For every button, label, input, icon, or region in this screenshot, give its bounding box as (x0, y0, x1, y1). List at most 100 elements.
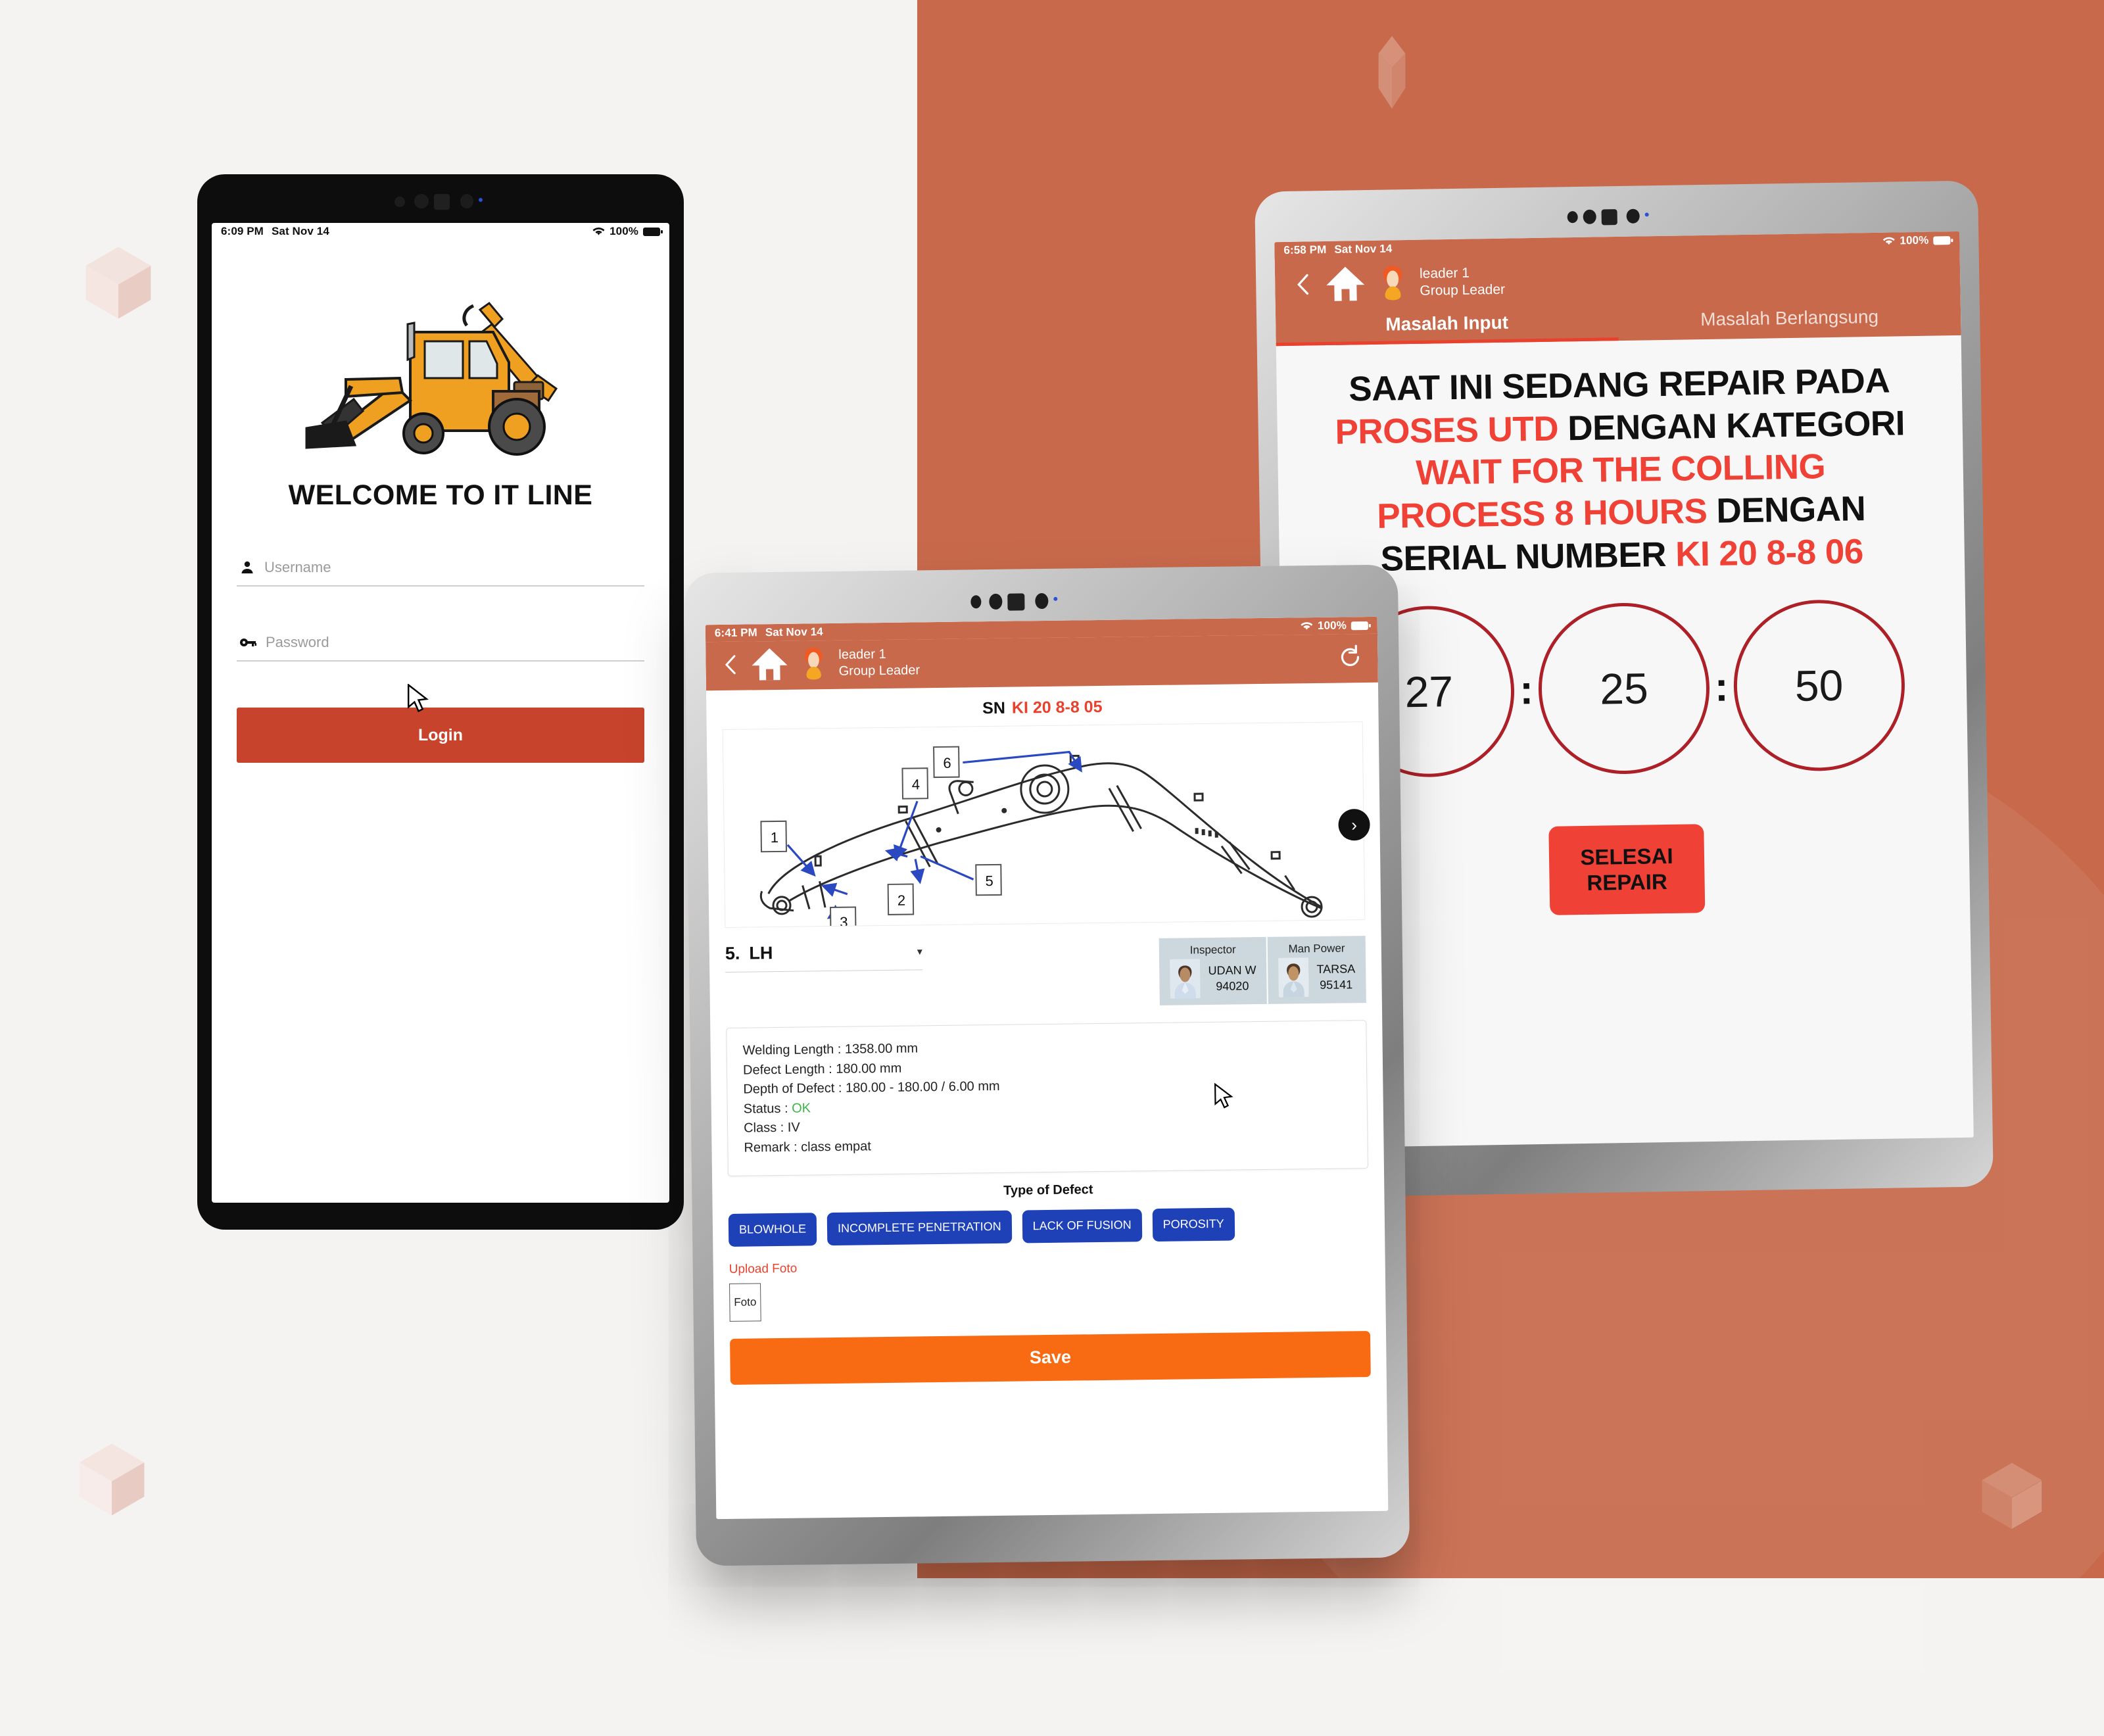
chevron-left-icon[interactable] (721, 654, 740, 675)
selesai-repair-button[interactable]: SELESAI REPAIR (1548, 824, 1706, 916)
status-time: 6:41 PM (714, 626, 757, 640)
svg-text:4: 4 (912, 776, 920, 792)
battery-icon (643, 227, 663, 236)
login-status-bar: 6:09 PM Sat Nov 14 100% (212, 223, 669, 240)
form-user-info: leader 1 Group Leader (838, 641, 1327, 680)
message-line-5-black: SERIAL NUMBER (1380, 535, 1667, 579)
user-name: leader 1 (1419, 265, 1470, 281)
tablet-form-device: 6:41 PM Sat Nov 14 100% leader 1 Group L… (684, 564, 1410, 1566)
cube-decoration-bottom-right (1972, 1457, 2051, 1535)
inspector-role-label: Inspector (1189, 943, 1236, 957)
svg-text:3: 3 (840, 914, 848, 927)
tab-masalah-berlangsung[interactable]: Masalah Berlangsung (1618, 301, 1961, 341)
login-button[interactable]: Login (237, 708, 644, 763)
camera-module (1007, 593, 1025, 611)
people-cards: Inspector UDAN W 94020 Man Power TARSA 9… (1159, 936, 1366, 1005)
man-power-role-label: Man Power (1288, 942, 1345, 955)
status-led (479, 198, 483, 202)
battery-icon (1351, 621, 1368, 630)
page-title: WELCOME TO IT LINE (288, 479, 593, 511)
timer-separator-1: : (1519, 667, 1534, 713)
defect-button-blowhole[interactable]: BLOWHOLE (728, 1212, 817, 1247)
repair-header: 6:58 PM Sat Nov 14 100% leader 1 Group L… (1274, 231, 1961, 347)
username-field[interactable]: Username (237, 552, 644, 587)
svg-text:6: 6 (943, 755, 951, 771)
man-power-info: TARSA 95141 (1316, 961, 1355, 993)
svg-text:5: 5 (985, 873, 993, 889)
user-role: Group Leader (1420, 281, 1506, 299)
cube-decoration-top-right (1371, 33, 1413, 112)
type-of-defect-title: Type of Defect (1003, 1182, 1093, 1198)
serial-number-value: KI 20 8-8 05 (1011, 697, 1103, 717)
avatar (1383, 266, 1402, 301)
camera-lens (414, 194, 429, 208)
selesai-repair-line-2: REPAIR (1587, 869, 1668, 895)
password-field[interactable]: Password (237, 627, 644, 662)
chevron-left-icon[interactable] (1293, 273, 1314, 295)
timer-minutes: 25 (1537, 602, 1711, 776)
message-line-2-red: PROSES UTD (1335, 409, 1559, 452)
diagram-next-button[interactable]: › (1338, 808, 1370, 841)
home-icon[interactable] (750, 646, 789, 683)
username-placeholder: Username (264, 559, 331, 575)
inspector-photo (1170, 959, 1201, 999)
chevron-down-icon[interactable]: ▾ (917, 945, 922, 958)
defect-form-screen: 6:41 PM Sat Nov 14 100% leader 1 Group L… (705, 616, 1389, 1520)
repair-status-message: SAAT INI SEDANG REPAIR PADA PROSES UTD D… (1276, 335, 1965, 583)
man-power-photo (1278, 957, 1310, 998)
cube-decoration-top-left (76, 240, 161, 326)
boom-diagram[interactable]: 1 2 3 4 5 6 › (722, 721, 1370, 935)
inspector-id: 94020 (1216, 979, 1249, 993)
camera-lens (989, 593, 1003, 610)
login-screen: 6:09 PM Sat Nov 14 100% WELCOME TO IT LI… (212, 223, 669, 1203)
boom-technical-drawing: 1 2 3 4 5 6 (759, 746, 1323, 935)
refresh-icon[interactable] (1337, 644, 1363, 670)
position-and-people-row: 5. LH ▾ Inspector UDAN W 94020 Man Power… (725, 936, 1366, 1011)
key-icon (240, 639, 256, 646)
upload-foto-label[interactable]: Upload Foto (729, 1254, 1385, 1276)
defect-details-card: Welding Length : 1358.00 mm Defect Lengt… (726, 1020, 1368, 1176)
status-time: 6:09 PM (221, 225, 264, 237)
status-date: Sat Nov 14 (765, 625, 823, 639)
position-number: 5. (725, 943, 740, 963)
inspector-name: UDAN W (1208, 963, 1256, 977)
repair-user-info: leader 1 Group Leader (1420, 264, 1505, 301)
status-badge: OK (792, 1101, 811, 1116)
status-battery-percent: 100% (610, 225, 638, 237)
camera-module (434, 194, 450, 210)
defect-button-incomplete-penetration[interactable]: INCOMPLETE PENETRATION (826, 1210, 1013, 1245)
status-date: Sat Nov 14 (1334, 242, 1393, 256)
defect-status-label: Status : (743, 1101, 792, 1117)
excavator-logo (305, 301, 558, 456)
inspector-info: UDAN W 94020 (1208, 962, 1256, 994)
battery-icon (1933, 235, 1951, 245)
poster-canvas: 6:09 PM Sat Nov 14 100% WELCOME TO IT LI… (0, 0, 2104, 1736)
status-time: 6:58 PM (1283, 243, 1327, 257)
login-form: WELCOME TO IT LINE Username Password Log… (212, 286, 669, 763)
defect-button-porosity[interactable]: POROSITY (1152, 1207, 1235, 1242)
home-icon[interactable] (1325, 264, 1366, 303)
message-line-2-black: DENGAN KATEGORI (1558, 403, 1905, 448)
tab-masalah-input[interactable]: Masalah Input (1276, 306, 1619, 346)
defect-button-lack-of-fusion[interactable]: LACK OF FUSION (1022, 1208, 1143, 1243)
tablet-login-device: 6:09 PM Sat Nov 14 100% WELCOME TO IT LI… (194, 171, 687, 1233)
person-icon (241, 561, 253, 573)
message-line-4-black: DENGAN (1706, 489, 1866, 531)
position-dropdown[interactable]: 5. LH ▾ (725, 941, 923, 973)
cube-decoration-bottom-left (69, 1437, 155, 1522)
proximity-sensor (460, 194, 473, 208)
selesai-repair-line-1: SELESAI (1580, 843, 1673, 869)
status-date: Sat Nov 14 (271, 225, 329, 237)
status-battery-percent: 100% (1900, 233, 1929, 247)
status-led (1053, 596, 1058, 601)
wifi-icon (1301, 622, 1313, 630)
status-battery-percent: 100% (1317, 619, 1347, 632)
avatar (805, 648, 823, 680)
foto-thumbnail[interactable]: Foto (729, 1282, 761, 1322)
serial-number-label: SN (982, 698, 1006, 718)
save-button[interactable]: Save (730, 1330, 1371, 1385)
camera-sensor-dot (970, 595, 982, 609)
camera-module (1601, 209, 1617, 226)
form-header: leader 1 Group Leader (705, 633, 1378, 691)
message-line-5-red: KI 20 8-8 06 (1675, 531, 1864, 574)
